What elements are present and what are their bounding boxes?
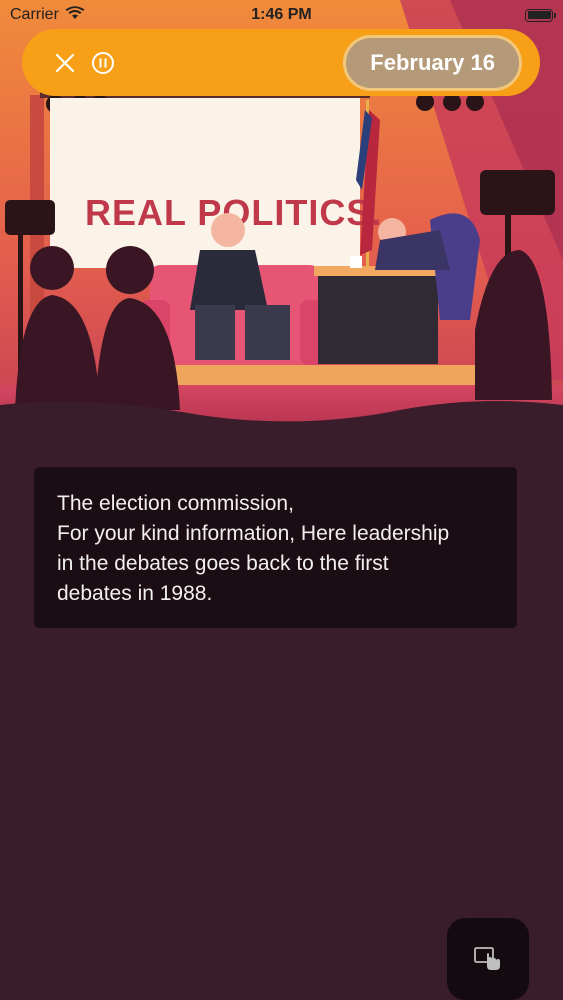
- status-bar: Carrier 1:46 PM: [0, 0, 563, 30]
- story-line: For your kind information, Here leadersh…: [57, 522, 450, 545]
- close-icon: [55, 53, 75, 72]
- date-badge: February 16: [343, 34, 522, 91]
- pause-button[interactable]: [90, 50, 116, 76]
- battery-icon: [525, 8, 556, 22]
- status-time: 1:46 PM: [251, 6, 312, 23]
- pause-circle-icon: [92, 51, 114, 74]
- story-line: The election commission,: [57, 492, 294, 515]
- story-line: in the debates goes back to the first: [57, 552, 389, 575]
- story-control-bar: February 16: [22, 29, 540, 96]
- close-button[interactable]: [52, 50, 78, 76]
- story-text-card: The election commission, For your kind i…: [34, 467, 517, 628]
- tap-screen-icon: [474, 947, 500, 970]
- tap-mode-button[interactable]: [447, 918, 529, 1000]
- story-line: debates in 1988.: [57, 582, 213, 605]
